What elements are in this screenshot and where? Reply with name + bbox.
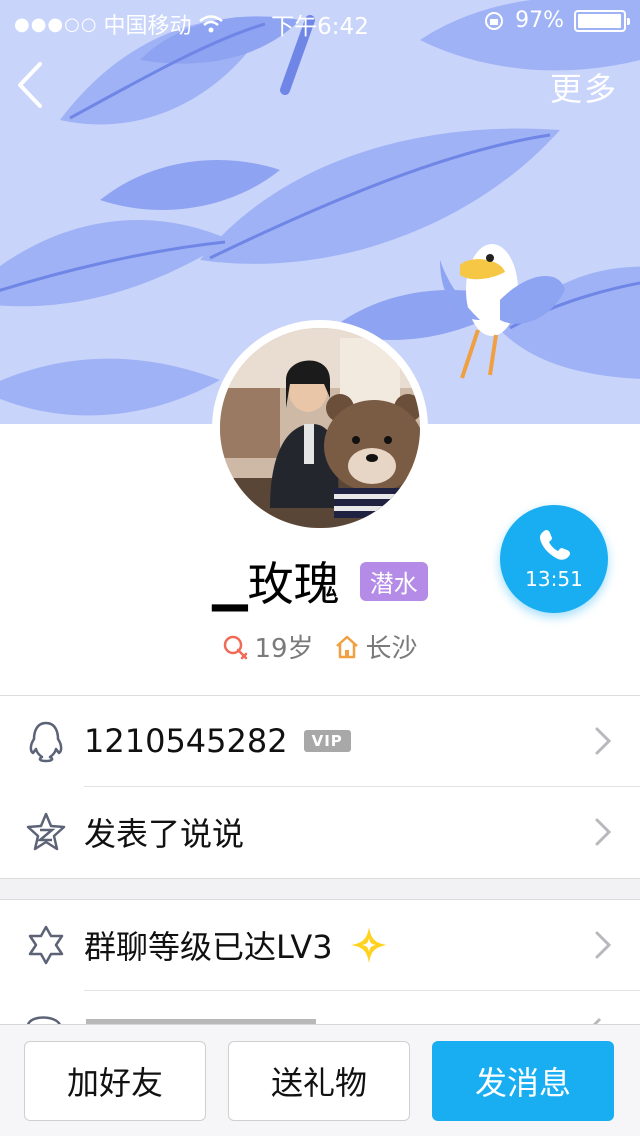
group-level-row[interactable]: 群聊等级已达LV3 [0,900,640,990]
profile-name: ▁玫瑰 [212,557,340,611]
call-time: 13:51 [525,567,583,591]
qzone-star-icon [26,812,66,851]
hexagram-star-icon [28,925,64,965]
partial-row-glyphs [27,1016,602,1024]
status-right: 97% [483,8,630,33]
penguin-icon [29,721,63,763]
qq-number-row[interactable]: 1210545282 VIP [0,696,640,786]
avatar[interactable] [220,328,420,528]
gender-female-icon [224,635,248,659]
battery-percent: 97% [515,8,564,33]
age-text: 19岁 [254,634,314,664]
chevron-right-icon [595,931,612,959]
battery-fill [578,13,621,28]
send-message-button[interactable]: 发消息 [432,1041,614,1121]
send-gift-button[interactable]: 送礼物 [228,1041,410,1121]
back-chevron-icon[interactable] [12,58,52,112]
rotation-lock-icon [485,11,504,30]
status-badge: 潜水 [359,561,428,601]
qq-number: 1210545282 [84,722,288,760]
status-bar: ●●●○○ 中国移动 下午6:42 97% [0,0,640,40]
group-level-text: 群聊等级已达LV3 [84,928,333,966]
chevron-right-icon [595,727,612,755]
bottom-action-bar: 加好友 送礼物 发消息 [0,1024,640,1136]
post-row[interactable]: 发表了说说 [0,787,640,877]
chevron-right-icon [595,818,612,846]
avatar-photo [220,328,420,528]
vip-badge: VIP [303,730,351,752]
home-icon [335,635,358,658]
sparkle-diamond-icon [350,927,387,963]
post-label: 发表了说说 [84,815,245,853]
section-gap [0,878,640,900]
call-button[interactable]: 13:51 [500,505,608,613]
battery-icon [574,9,630,32]
phone-icon [540,529,571,560]
partial-list-row [0,1010,640,1024]
add-friend-button[interactable]: 加好友 [24,1041,206,1121]
avatar-frame[interactable] [212,320,428,536]
more-button[interactable]: 更多 [550,64,618,110]
row-divider [84,990,640,991]
group-level-label: 群聊等级已达LV3 [84,922,389,968]
city-text: 长沙 [365,634,418,664]
city-item: 长沙 [334,628,418,665]
profile-meta: 19岁 长沙 [0,628,640,665]
qq-number-label: 1210545282 VIP [84,722,351,760]
age-item: 19岁 [222,628,314,665]
